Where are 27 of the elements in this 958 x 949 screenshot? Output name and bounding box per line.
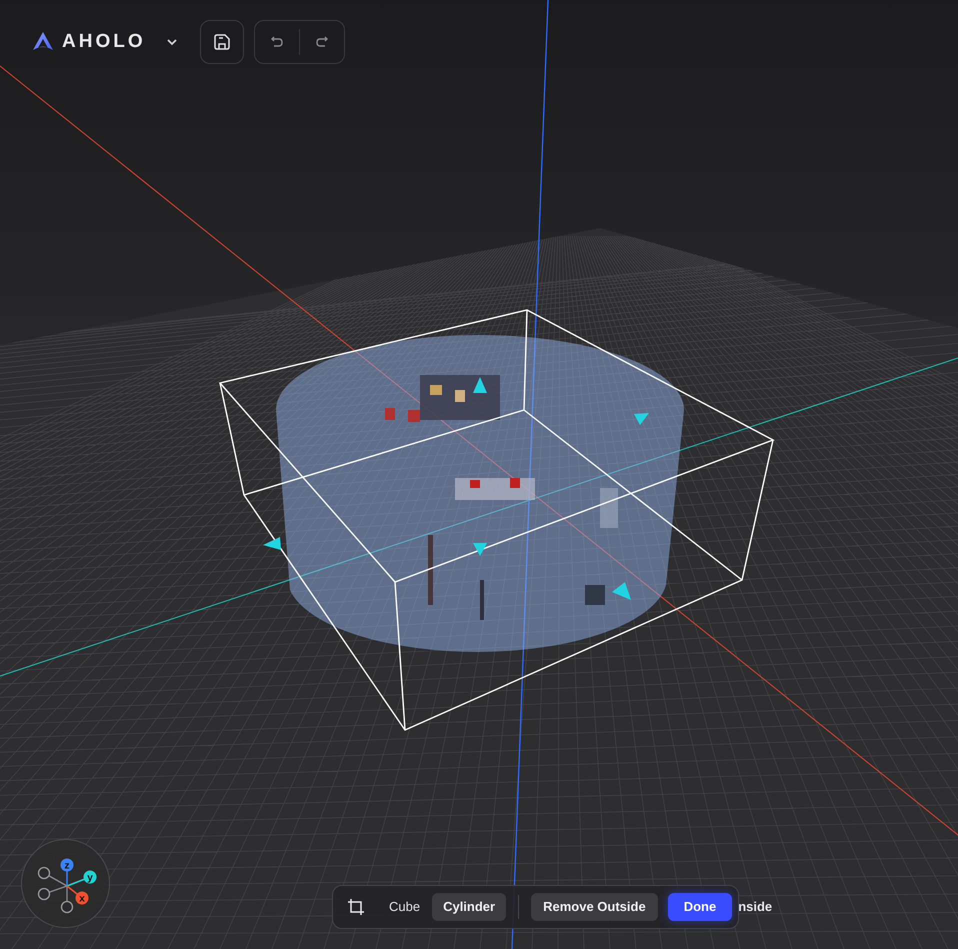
done-button[interactable]: Done	[668, 893, 732, 921]
axis-handle[interactable]	[84, 870, 96, 884]
negative-axis-handle[interactable]	[38, 866, 50, 880]
resize-handle-icon[interactable]	[263, 537, 281, 550]
redo-icon	[314, 35, 329, 49]
axis-label: z	[64, 860, 70, 872]
logo-icon	[32, 31, 54, 53]
save-button[interactable]	[200, 20, 244, 64]
axis-handle[interactable]	[60, 858, 74, 872]
axis-label: x	[79, 894, 85, 904]
shape-option-tab[interactable]: Cube	[381, 893, 428, 921]
remove-inside-label[interactable]: nside	[738, 897, 772, 917]
resize-handle-icon[interactable]	[473, 377, 487, 393]
remove-outside-button[interactable]: Remove Outside	[531, 893, 658, 921]
crop-icon	[347, 898, 365, 916]
resize-handle-icon[interactable]	[473, 543, 487, 556]
save-icon	[212, 33, 231, 51]
chevron-down-icon[interactable]	[166, 38, 178, 46]
shape-option-tab[interactable]: Cylinder	[432, 893, 506, 921]
resize-handle-icon[interactable]	[612, 582, 631, 600]
negative-axis-handle[interactable]	[38, 888, 50, 900]
undo-icon	[270, 35, 284, 49]
negative-axis-handle[interactable]	[60, 900, 74, 914]
resize-handle-icon[interactable]	[634, 413, 649, 425]
axis-handle[interactable]	[76, 892, 88, 904]
axis-label: y	[87, 872, 93, 884]
brand-name: AHOLO	[62, 30, 146, 54]
